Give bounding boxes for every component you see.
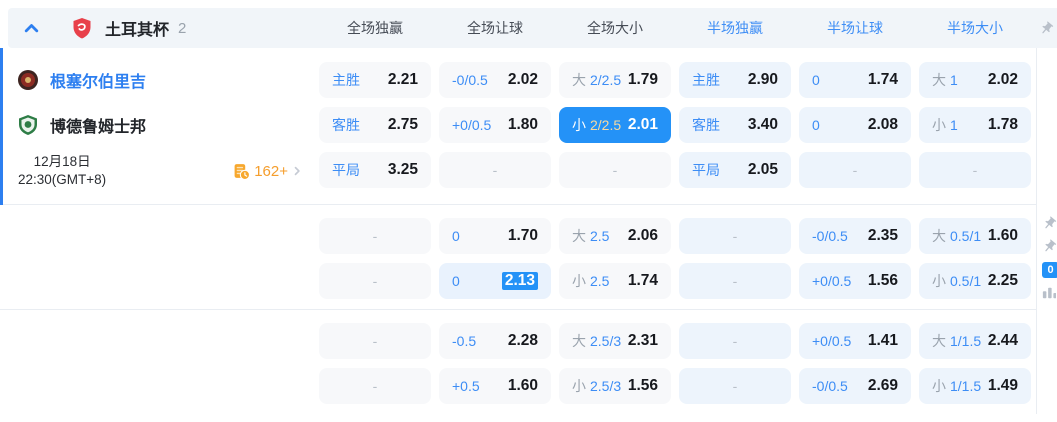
column-headers: 全场独赢 全场让球 全场大小 半场独赢 半场让球 半场大小 [315,18,1035,38]
odds-count-badge[interactable]: 0 [1042,262,1057,278]
odds-cell-empty: - [319,368,431,404]
odds-cell-empty: - [319,218,431,254]
odds-cell-empty: - [799,152,911,188]
away-team-name: 博德鲁姆士邦 [50,119,147,136]
odds-cell[interactable]: 0 2.08 [799,107,911,143]
odds-cell[interactable]: -0/0.5 2.02 [439,62,551,98]
odds-cell[interactable]: 小 1 1.78 [919,107,1031,143]
column-header-full: 全场独赢 [347,20,403,36]
odds-cell[interactable]: -0.5 2.28 [439,323,551,359]
chevron-right-icon [291,165,303,177]
odds-row: -0 2.13 小 2.5 1.74- +0/0.5 1.56 小 0.5/1 2.25 [315,263,1037,299]
pin-icon[interactable] [1042,216,1057,231]
odds-section: -0 1.70 大 2.5 2.06- -0/0.5 2.35 大 0.5/1 1.60-0 2.1… [0,204,1037,309]
odds-cell[interactable]: 平局 3.25 [319,152,431,188]
odds-sections: 主胜 2.21 -0/0.5 2.02 大 2/2.5 1.79 主胜 2.90 0 1.74 大 1 2… [0,48,1037,414]
odds-cell[interactable]: 大 1 2.02 [919,62,1031,98]
odds-cell[interactable]: 主胜 2.21 [319,62,431,98]
away-team-logo-icon [17,114,39,136]
odds-cell[interactable]: 大 2/2.5 1.79 [559,62,671,98]
league-title: 土耳其杯 [105,22,170,39]
odds-cell[interactable]: 平局 2.05 [679,152,791,188]
odds-row: - +0.5 1.60 小 2.5/3 1.56- -0/0.5 2.69 小 1/1.5 1.49 [315,368,1037,404]
league-header: 土耳其杯 2 全场独赢 全场让球 全场大小 半场独赢 半场让球 半场大小 [8,8,1057,48]
column-header-full: 全场让球 [467,20,523,36]
pin-icon[interactable] [1042,239,1057,254]
bars-icon[interactable] [1042,286,1056,300]
home-team-name: 根塞尔伯里吉 [50,74,147,91]
odds-cell[interactable]: 客胜 3.40 [679,107,791,143]
league-match-count: 2 [178,19,187,37]
odds-cell[interactable]: 小 2.5/3 1.56 [559,368,671,404]
match-meta-row: 12月18日 22:30(GMT+8) 162+ [0,149,315,193]
more-markets-button[interactable]: 162+ [233,163,303,180]
history-clock-icon [234,163,251,180]
odds-table-body: 根塞尔伯里吉 博德鲁姆士邦 12月18日 22:30(GMT+8) 162+ 主… [0,48,1057,414]
odds-cell-empty: - [439,152,551,188]
odds-cell[interactable]: 大 0.5/1 1.60 [919,218,1031,254]
away-team-row[interactable]: 博德鲁姆士邦 [0,107,315,143]
odds-cell[interactable]: 大 2.5/3 2.31 [559,323,671,359]
odds-cell[interactable]: 主胜 2.90 [679,62,791,98]
odds-cell[interactable]: 0 1.70 [439,218,551,254]
odds-cell[interactable]: +0/0.5 1.80 [439,107,551,143]
odds-cell[interactable]: -0/0.5 2.35 [799,218,911,254]
column-header-full: 全场大小 [587,20,643,36]
chevron-up-icon[interactable] [20,17,42,39]
odds-cell-empty: - [679,263,791,299]
odds-row: -0 1.70 大 2.5 2.06- -0/0.5 2.35 大 0.5/1 1.60 [315,218,1037,254]
home-team-logo-icon [17,69,39,91]
odds-cell[interactable]: 0 2.13 [439,263,551,299]
column-header-half: 半场大小 [947,20,1003,36]
pin-icon[interactable] [1035,21,1057,36]
odds-cell[interactable]: +0/0.5 1.56 [799,263,911,299]
odds-cell[interactable]: 小 2.5 1.74 [559,263,671,299]
league-logo-icon [70,16,94,40]
odds-cell-empty: - [559,152,671,188]
odds-row: 主胜 2.21 -0/0.5 2.02 大 2/2.5 1.79 主胜 2.90 0 1.74 大 1 2… [315,62,1037,98]
match-time: 22:30(GMT+8) [18,172,107,187]
odds-cell-empty: - [919,152,1031,188]
odds-section: - -0.5 2.28 大 2.5/3 2.31- +0/0.5 1.41 大 1/1.5 2.44… [0,309,1037,414]
right-rail: 0 [1036,48,1057,414]
odds-row: - -0.5 2.28 大 2.5/3 2.31- +0/0.5 1.41 大 1/1.5 2.44 [315,323,1037,359]
odds-cell-empty: - [319,323,431,359]
rail-icons: 0 [1042,216,1057,300]
odds-cell[interactable]: +0/0.5 1.41 [799,323,911,359]
odds-cell[interactable]: 小 1/1.5 1.49 [919,368,1031,404]
odds-cell[interactable]: 大 2.5 2.06 [559,218,671,254]
odds-cell[interactable]: 大 1/1.5 2.44 [919,323,1031,359]
odds-cell[interactable]: 小 0.5/1 2.25 [919,263,1031,299]
odds-cell[interactable]: +0.5 1.60 [439,368,551,404]
odds-cell-empty: - [679,218,791,254]
odds-row: 客胜 2.75 +0/0.5 1.80 小 2/2.5 2.01 客胜 3.40 0 2.08 小 1 1… [315,107,1037,143]
match-date: 12月18日 [33,154,91,169]
odds-cell[interactable]: -0/0.5 2.69 [799,368,911,404]
odds-cell[interactable]: 小 2/2.5 2.01 [559,107,671,143]
home-team-row[interactable]: 根塞尔伯里吉 [0,62,315,98]
league-header-left: 土耳其杯 2 [8,16,315,40]
odds-cell-empty: - [679,368,791,404]
odds-cell[interactable]: 客胜 2.75 [319,107,431,143]
odds-cell[interactable]: 0 1.74 [799,62,911,98]
odds-cell-empty: - [319,263,431,299]
markets-count: 162+ [254,162,288,180]
match-datetime: 12月18日 22:30(GMT+8) [18,153,106,189]
odds-cell-empty: - [679,323,791,359]
column-header-half: 半场让球 [827,20,883,36]
odds-row: 平局 3.25- - 平局 2.05- - [315,152,1037,188]
column-header-half: 半场独赢 [707,20,763,36]
